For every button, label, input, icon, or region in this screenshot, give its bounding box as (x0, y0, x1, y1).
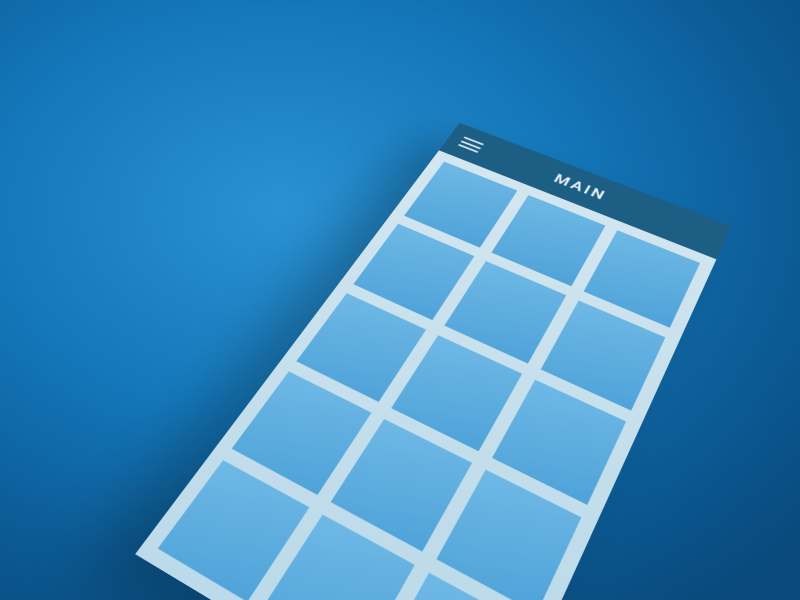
app-screen: MAIN (135, 123, 731, 600)
device-mockup: MAIN (135, 123, 731, 600)
perspective-backdrop: MAIN (0, 0, 800, 600)
